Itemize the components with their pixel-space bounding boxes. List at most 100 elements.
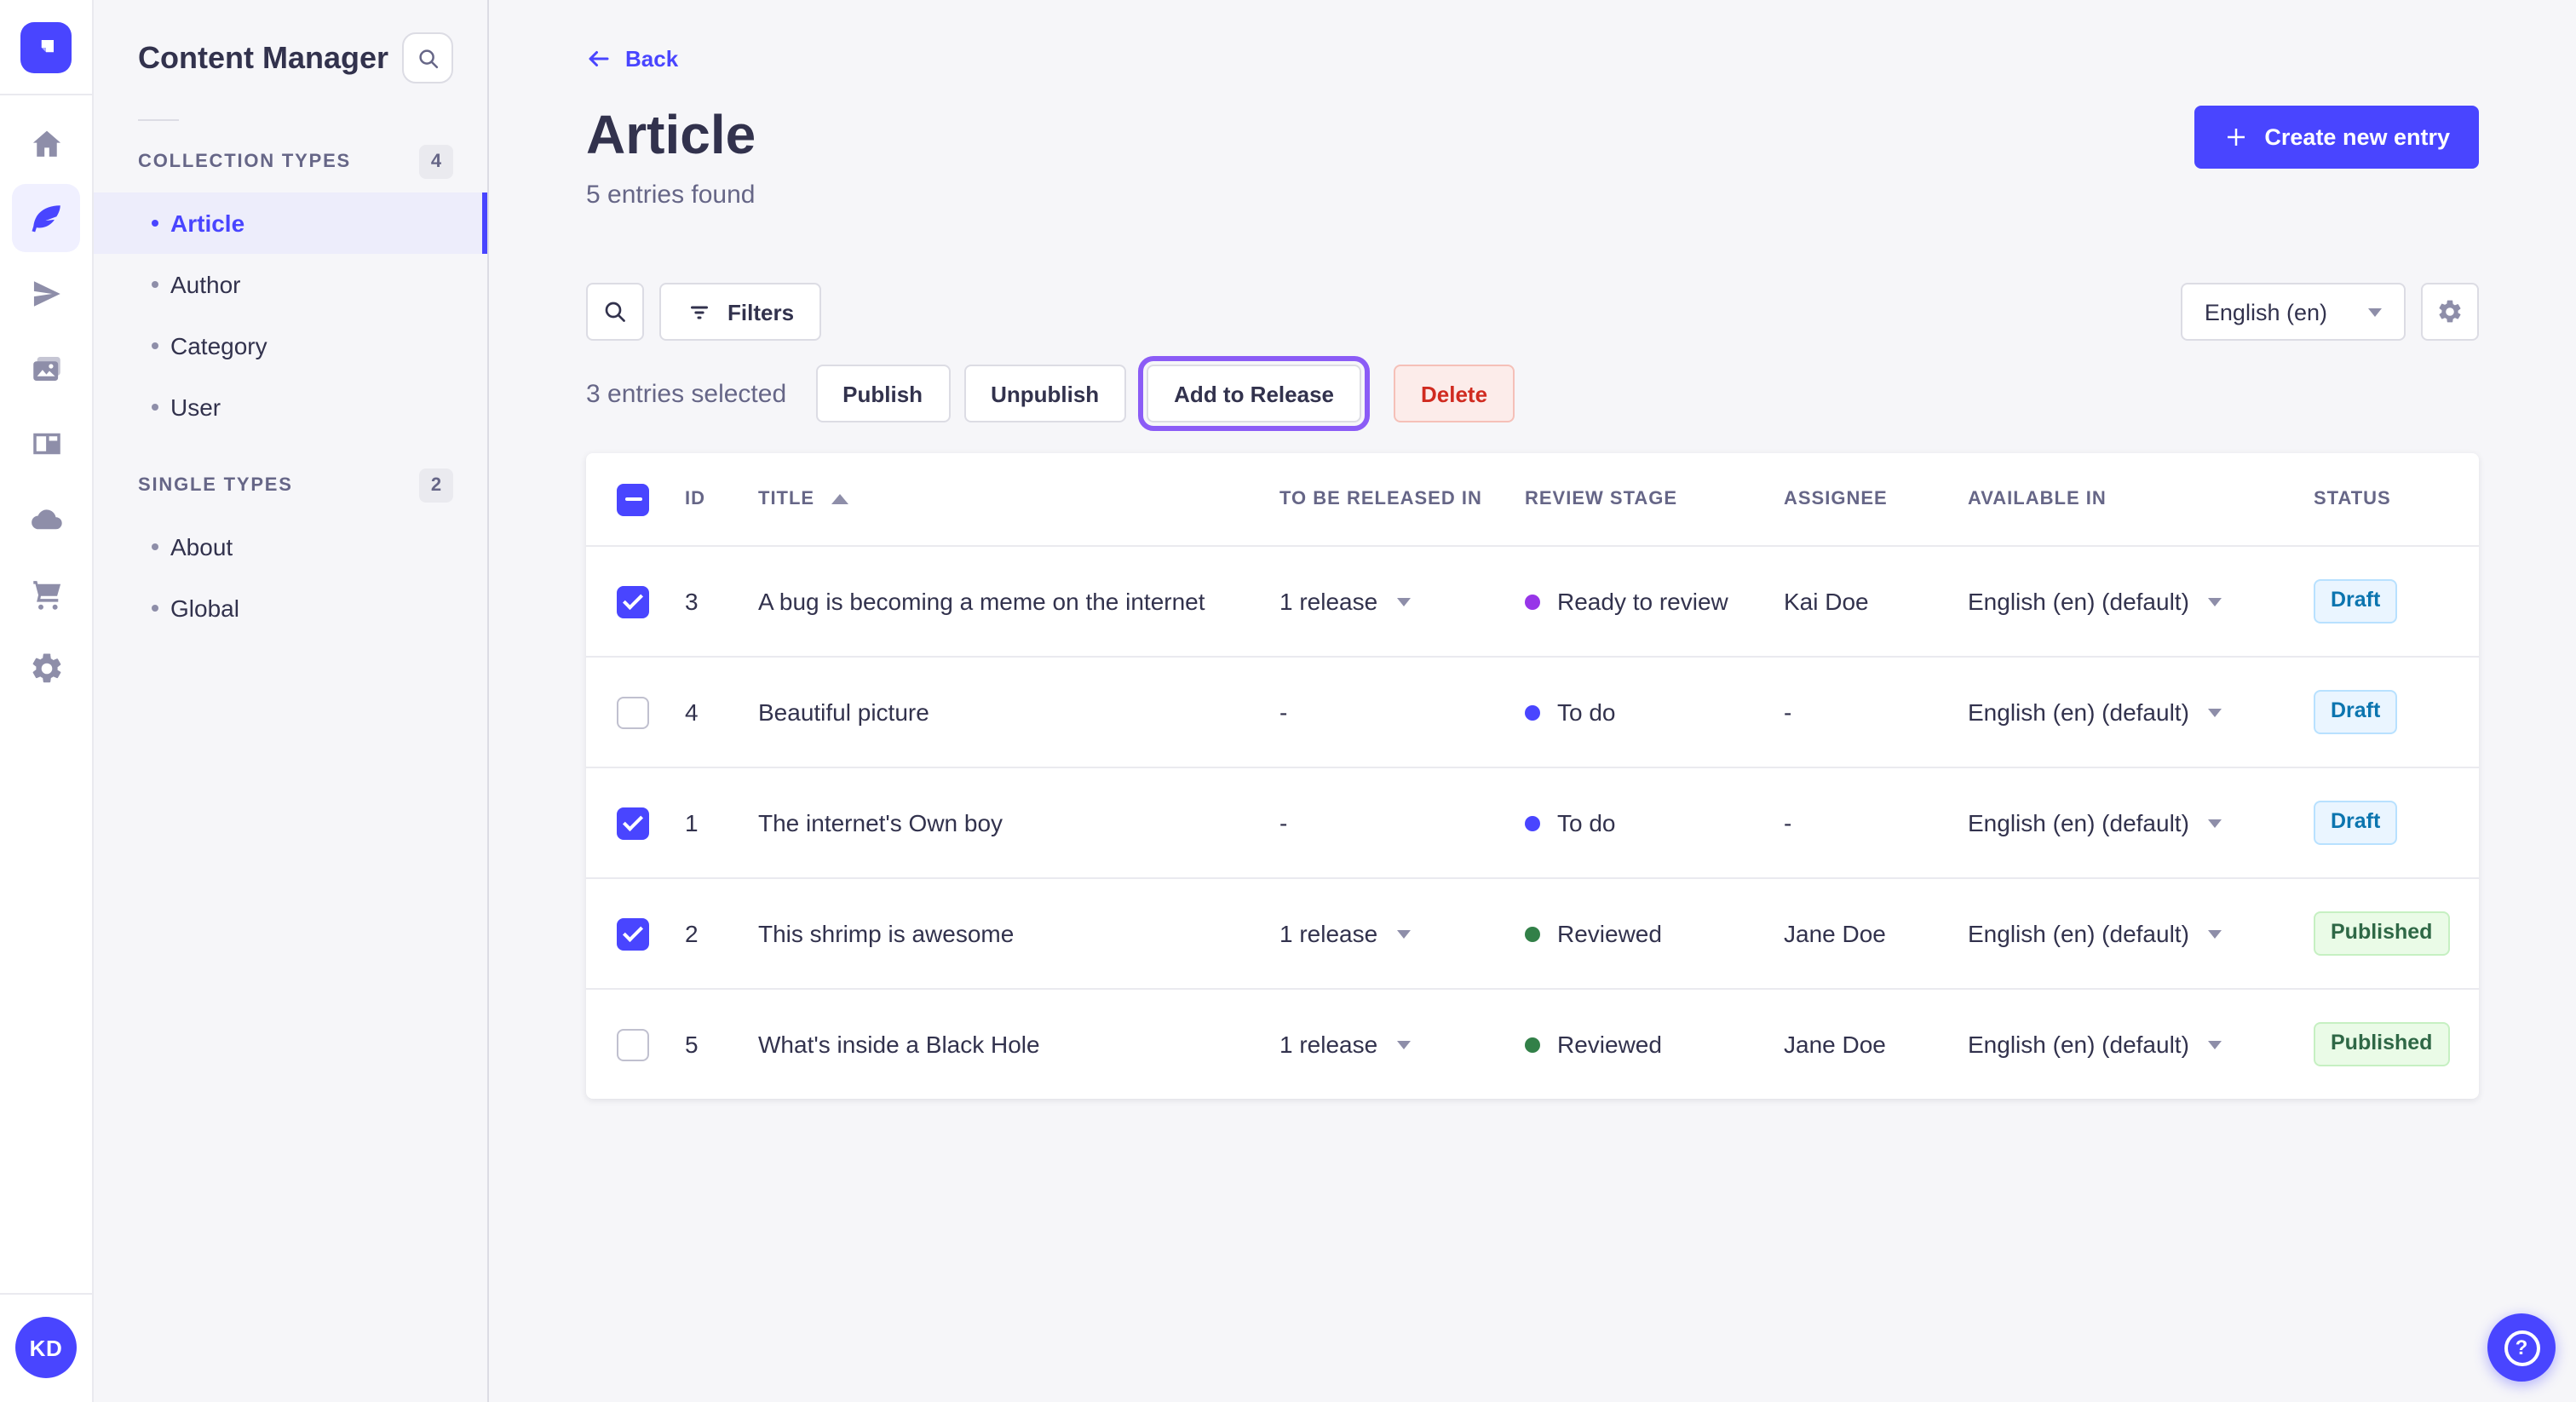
entries-count: 5 entries found (586, 181, 756, 210)
available-chevron-icon[interactable] (2207, 708, 2222, 717)
nav-content-type-builder[interactable] (12, 409, 80, 477)
row-checkbox[interactable] (617, 696, 649, 729)
help-button[interactable]: ? (2487, 1313, 2556, 1382)
table-row[interactable]: 1 The internet's Own boy - To do - Engli… (586, 767, 2479, 877)
sidebar-item-global[interactable]: Global (94, 577, 487, 639)
section-label-single-types: SINGLE TYPES (138, 475, 293, 496)
available-chevron-icon[interactable] (2207, 929, 2222, 939)
sidebar-title: Content Manager (138, 40, 389, 74)
nav-content-manager[interactable] (12, 184, 80, 252)
unpublish-button[interactable]: Unpublish (963, 365, 1127, 423)
row-checkbox[interactable] (617, 585, 649, 618)
row-checkbox[interactable] (617, 1028, 649, 1061)
stage-dot (1525, 926, 1540, 942)
release-count: - (1279, 698, 1288, 727)
images-icon (32, 356, 60, 380)
sidebar-item-category[interactable]: Category (94, 315, 487, 376)
search-icon (605, 302, 625, 323)
column-header-status: STATUS (2314, 489, 2391, 510)
stage-label: Ready to review (1557, 588, 1728, 616)
sidebar-item-label: Global (170, 595, 239, 622)
locale-select[interactable]: English (en) (2180, 283, 2406, 342)
available-chevron-icon[interactable] (2207, 597, 2222, 606)
sidebar-item-label: Category (170, 332, 267, 359)
page-title: Article (586, 104, 756, 165)
row-checkbox[interactable] (617, 807, 649, 840)
select-all-checkbox[interactable] (617, 483, 649, 516)
table-row[interactable]: 4 Beautiful picture - To do - English (e… (586, 656, 2479, 767)
create-new-entry-button[interactable]: Create new entry (2194, 106, 2479, 169)
app-window: KD Content Manager COLLECTION TYPES 4 Ar… (0, 0, 2576, 1402)
table-row[interactable]: 5 What's inside a Black Hole 1 release R… (586, 988, 2479, 1099)
release-chevron-icon[interactable] (1396, 597, 1411, 606)
nav-icon-list (12, 109, 80, 702)
entry-assignee: Jane Doe (1784, 1031, 1886, 1059)
filters-button[interactable]: Filters (659, 283, 822, 342)
status-badge: Published (2314, 911, 2450, 956)
entry-title: Beautiful picture (758, 698, 929, 727)
stage-dot (1525, 815, 1540, 831)
nav-settings[interactable] (12, 634, 80, 702)
entry-id: 2 (685, 920, 699, 948)
column-header-available-in: AVAILABLE IN (1968, 489, 2107, 510)
table-row[interactable]: 3 A bug is becoming a meme on the intern… (586, 545, 2479, 656)
status-badge: Draft (2314, 801, 2398, 845)
available-locale-label: English (en) (default) (1968, 920, 2189, 948)
selected-count-label: 3 entries selected (586, 379, 787, 409)
nav-cloud[interactable] (12, 484, 80, 552)
nav-media-library[interactable] (12, 334, 80, 402)
entries-table: ID TITLE TO BE RELEASED IN REVIEW STAGE … (586, 453, 2479, 1100)
cart-icon (32, 580, 60, 609)
sidebar-item-user[interactable]: User (94, 376, 487, 438)
table-row[interactable]: 2 This shrimp is awesome 1 release Revie… (586, 877, 2479, 988)
nav-marketplace[interactable] (12, 559, 80, 627)
release-chevron-icon[interactable] (1396, 1040, 1411, 1049)
sidebar-item-label: User (170, 394, 221, 421)
delete-button[interactable]: Delete (1394, 365, 1515, 423)
search-entries-button[interactable] (586, 283, 644, 342)
sidebar-search-button[interactable] (402, 32, 453, 83)
column-header-id[interactable]: ID (685, 489, 758, 509)
stage-label: To do (1557, 809, 1616, 837)
layout-icon (32, 432, 60, 454)
release-chevron-icon[interactable] (1396, 929, 1411, 939)
back-link[interactable]: Back (586, 46, 678, 72)
row-checkbox[interactable] (617, 917, 649, 951)
locale-select-value: English (en) (2204, 299, 2327, 325)
sidebar-item-author[interactable]: Author (94, 254, 487, 315)
table-header-row: ID TITLE TO BE RELEASED IN REVIEW STAGE … (586, 453, 2479, 545)
entry-id: 5 (685, 1031, 699, 1059)
available-chevron-icon[interactable] (2207, 1040, 2222, 1049)
publish-button[interactable]: Publish (815, 365, 951, 423)
entry-title: A bug is becoming a meme on the internet (758, 588, 1205, 616)
available-chevron-icon[interactable] (2207, 819, 2222, 828)
nav-releases[interactable] (12, 259, 80, 327)
available-locale-label: English (en) (default) (1968, 698, 2189, 727)
strapi-logo[interactable] (20, 21, 72, 72)
back-label: Back (625, 46, 679, 72)
home-icon (32, 129, 60, 156)
available-locale-label: English (en) (default) (1968, 1031, 2189, 1059)
nav-home[interactable] (12, 109, 80, 177)
view-settings-button[interactable] (2421, 283, 2479, 342)
gear-icon (32, 652, 60, 682)
entry-assignee: Kai Doe (1784, 588, 1869, 616)
sidebar-divider (138, 119, 179, 121)
stage-dot (1525, 1037, 1540, 1053)
single-types-count-badge: 2 (419, 468, 453, 503)
status-badge: Draft (2314, 690, 2398, 734)
logo-area (0, 0, 92, 95)
feather-icon (31, 204, 60, 232)
column-header-release: TO BE RELEASED IN (1279, 489, 1482, 510)
search-icon (418, 49, 438, 68)
nav-rail-footer: KD (0, 1293, 92, 1402)
entry-assignee: - (1784, 698, 1792, 727)
entry-id: 4 (685, 698, 699, 727)
column-header-title[interactable]: TITLE (758, 489, 814, 509)
add-to-release-button[interactable]: Add to Release (1138, 356, 1370, 432)
single-types-list: About Global (94, 516, 487, 639)
user-avatar[interactable]: KD (15, 1317, 77, 1378)
sidebar-item-article[interactable]: Article (94, 192, 487, 254)
sidebar-item-about[interactable]: About (94, 516, 487, 577)
sidebar-item-label: Author (170, 271, 241, 298)
